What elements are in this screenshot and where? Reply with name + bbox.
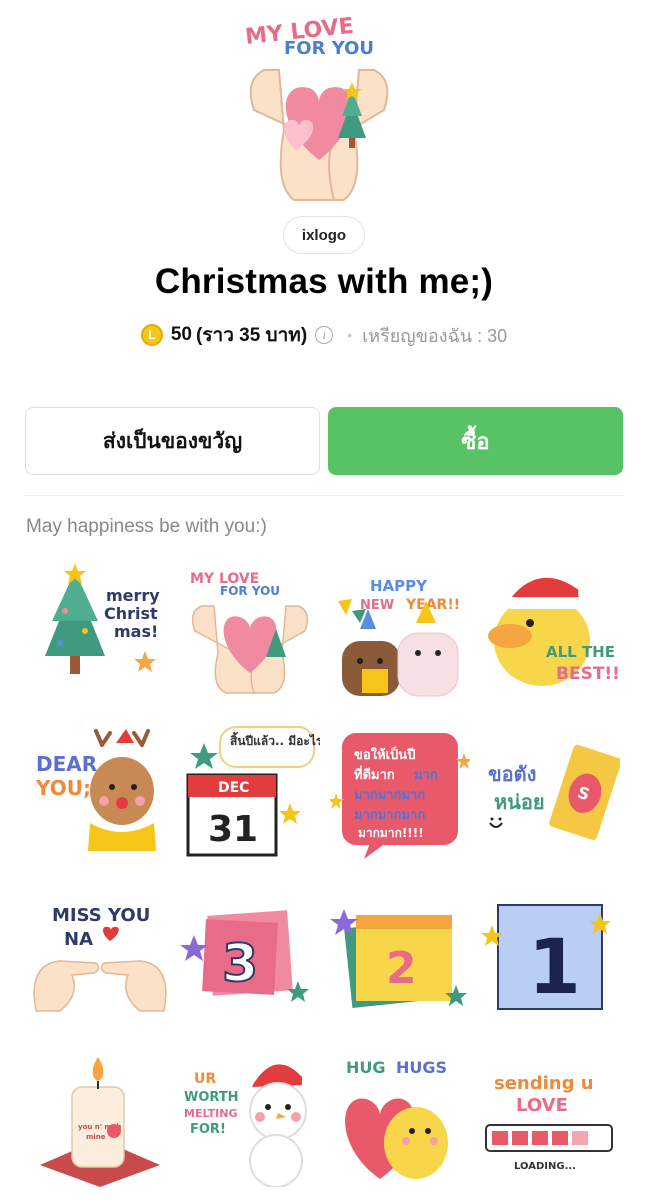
sticker-snowman[interactable]: UR WORTH MELTING FOR! — [175, 1036, 325, 1198]
svg-text:3: 3 — [222, 934, 258, 994]
svg-text:FOR YOU: FOR YOU — [220, 584, 280, 598]
calendar-dec-31-sticker-icon: สิ้นปีแล้ว.. มีอะไรจะบอก! DEC 31 — [186, 726, 320, 857]
svg-text:2: 2 — [386, 943, 417, 994]
sticker-duck-santa[interactable]: ALL THE BEST!! — [475, 550, 625, 712]
svg-text:ALL THE: ALL THE — [546, 643, 615, 661]
svg-text:UR: UR — [194, 1071, 216, 1087]
svg-text:DEC: DEC — [218, 780, 249, 796]
duck-santa-sticker-icon: ALL THE BEST!! — [488, 577, 620, 686]
countdown-2-sticker-icon: 2 — [330, 909, 467, 1009]
happy-new-year-sticker-icon: HAPPY NEW YEAR!! — [338, 577, 460, 697]
countdown-1-sticker-icon: 1 — [481, 904, 611, 1011]
svg-text:HUGS: HUGS — [396, 1058, 447, 1077]
candle-sticker-icon: you n' mah mine — [40, 1057, 160, 1187]
svg-text:YOU;: YOU; — [35, 776, 91, 800]
speech-bubble-wish-sticker-icon: ขอให้เป็นปี ที่ดีมาก มาก มากมากมาก มากมา… — [330, 733, 470, 859]
sticker-title: Christmas with me;) — [154, 262, 494, 301]
svg-text:MISS YOU: MISS YOU — [52, 905, 150, 926]
svg-text:mine: mine — [86, 1133, 106, 1141]
send-as-gift-button[interactable]: ส่งเป็นของขวัญ — [25, 407, 320, 475]
svg-text:mas!: mas! — [114, 622, 158, 641]
svg-text:MELTING: MELTING — [184, 1107, 237, 1120]
sticker-description: May happiness be with you:) — [26, 516, 267, 537]
sticker-reindeer[interactable]: DEAR YOU; — [25, 712, 175, 874]
my-coin-balance: เหรียญของฉัน : 30 — [362, 325, 508, 346]
svg-text:LOVE: LOVE — [516, 1095, 568, 1116]
sticker-countdown-1[interactable]: 1 — [475, 874, 625, 1036]
sending-love-sticker-icon: sending u LOVE LOADING... — [485, 1073, 613, 1172]
sticker-speech-bubble-wish[interactable]: ขอให้เป็นปี ที่ดีมาก มาก มากมากมาก มากมา… — [325, 712, 475, 874]
svg-text:YEAR!!: YEAR!! — [405, 597, 460, 613]
coin-icon: L — [140, 324, 163, 346]
svg-text:มากมากมาก: มากมากมาก — [354, 808, 425, 823]
divider — [25, 495, 623, 496]
sticker-red-envelope[interactable]: ขอตัง หน่อย S — [475, 712, 625, 874]
svg-text:HUG: HUG — [346, 1058, 386, 1077]
christmas-tree-sticker-icon: merry Christ mas! — [45, 563, 160, 674]
sticker-hug-hugs[interactable]: HUG HUGS — [325, 1036, 475, 1198]
miss-you-hands-sticker-icon: MISS YOU NA — [33, 905, 167, 1012]
sticker-hands-heart[interactable]: MY LOVE FOR YOU — [175, 550, 325, 712]
price-coins: 50 — [170, 324, 192, 345]
svg-text:WORTH: WORTH — [184, 1090, 239, 1105]
svg-text:มากมาก!!!!: มากมาก!!!! — [358, 826, 424, 840]
sticker-grid: merry Christ mas! MY LOVE FOR YOU HAPPY … — [25, 550, 623, 1198]
sticker-countdown-3[interactable]: 3 — [175, 874, 325, 1036]
buy-button[interactable]: ซื้อ — [328, 407, 623, 475]
sticker-sending-love[interactable]: sending u LOVE LOADING... — [475, 1036, 625, 1198]
price-row: L 50 (ราว 35 บาท) i • เหรียญของฉัน : 30 — [0, 320, 648, 350]
svg-text:BEST!!: BEST!! — [556, 664, 620, 684]
sticker-calendar-dec-31[interactable]: สิ้นปีแล้ว.. มีอะไรจะบอก! DEC 31 — [175, 712, 325, 874]
svg-text:DEAR: DEAR — [36, 752, 97, 776]
svg-text:หน่อย: หน่อย — [494, 790, 545, 814]
svg-text:sending u: sending u — [494, 1073, 594, 1094]
author-link[interactable]: ixlogo — [283, 216, 365, 254]
sticker-happy-new-year[interactable]: HAPPY NEW YEAR!! — [325, 550, 475, 712]
svg-text:HAPPY: HAPPY — [370, 577, 428, 595]
snowman-sticker-icon: UR WORTH MELTING FOR! — [184, 1064, 307, 1187]
svg-text:31: 31 — [208, 809, 258, 850]
separator-dot: • — [347, 327, 353, 343]
hero-text-2: FOR YOU — [284, 38, 374, 59]
svg-text:NA: NA — [64, 929, 93, 950]
hero-sticker-image: MY LOVE FOR YOU — [234, 10, 404, 210]
hands-heart-sticker-icon: MY LOVE FOR YOU — [190, 571, 309, 694]
svg-text:มากมากมาก: มากมากมาก — [354, 788, 425, 803]
sticker-christmas-tree[interactable]: merry Christ mas! — [25, 550, 175, 712]
svg-text:ขอตัง: ขอตัง — [488, 762, 536, 786]
svg-text:สิ้นปีแล้ว.. มีอะไรจะบอก!: สิ้นปีแล้ว.. มีอะไรจะบอก! — [230, 731, 320, 748]
svg-text:merry: merry — [106, 586, 160, 605]
hug-hugs-sticker-icon: HUG HUGS — [345, 1058, 448, 1179]
red-envelope-sticker-icon: ขอตัง หน่อย S — [488, 744, 620, 840]
sticker-countdown-2[interactable]: 2 — [325, 874, 475, 1036]
svg-text:มาก: มาก — [414, 768, 438, 783]
svg-text:Christ: Christ — [104, 604, 158, 623]
svg-text:ขอให้เป็นปี: ขอให้เป็นปี — [354, 745, 415, 763]
reindeer-sticker-icon: DEAR YOU; — [35, 729, 156, 851]
price-thb: (ราว 35 บาท) — [196, 325, 308, 346]
svg-text:1: 1 — [528, 922, 581, 1011]
info-icon[interactable]: i — [315, 326, 334, 344]
sticker-miss-you[interactable]: MISS YOU NA — [25, 874, 175, 1036]
countdown-3-sticker-icon: 3 — [180, 910, 309, 1002]
sticker-candle[interactable]: you n' mah mine — [25, 1036, 175, 1198]
svg-text:LOADING...: LOADING... — [514, 1161, 576, 1172]
svg-text:ที่ดีมาก: ที่ดีมาก — [354, 765, 395, 783]
svg-text:FOR!: FOR! — [190, 1122, 226, 1137]
